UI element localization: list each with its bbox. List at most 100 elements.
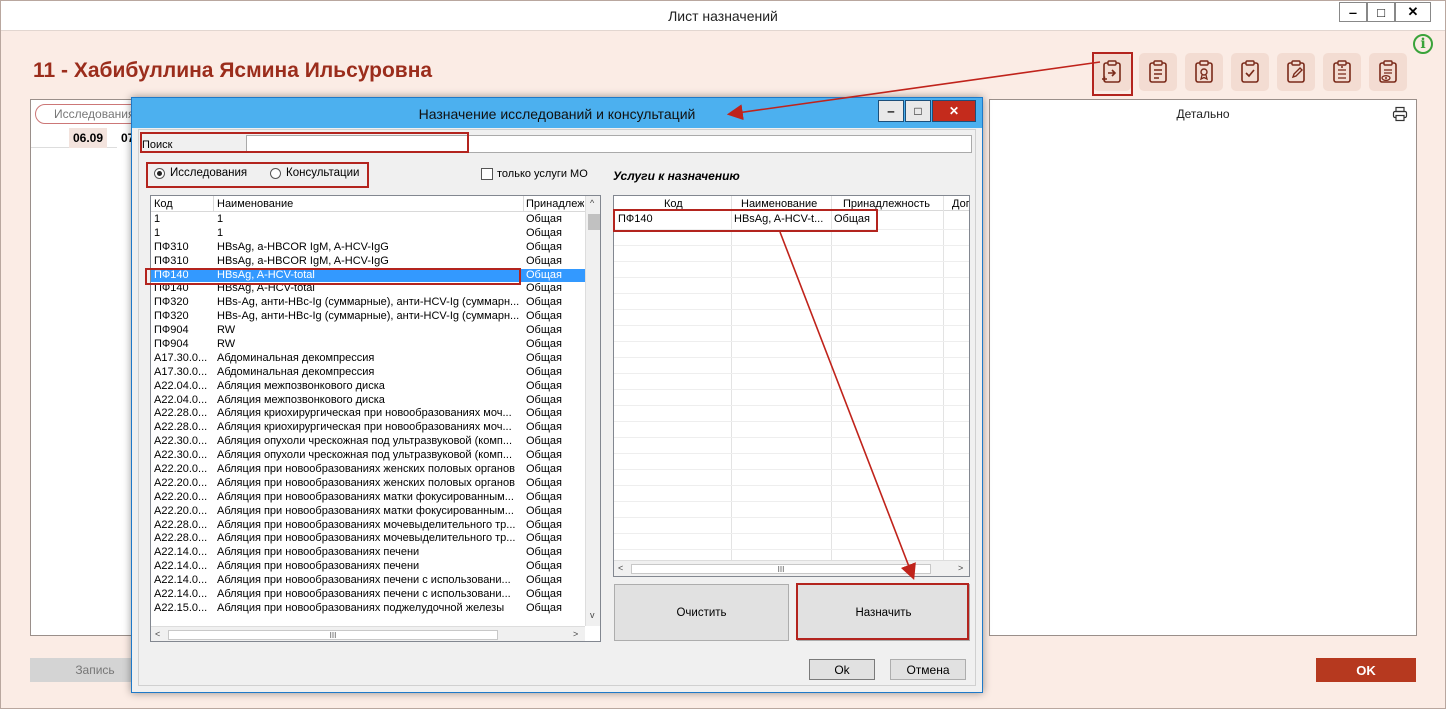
scroll-thumb[interactable]: III xyxy=(631,564,931,574)
date-strip: 06.09 07 xyxy=(31,128,139,148)
dialog-ok-button[interactable]: Ok xyxy=(809,659,875,680)
list-item[interactable]: A22.20.0... Абляция при новообразованиях … xyxy=(151,463,585,477)
list-item[interactable]: A22.28.0... Абляция криохирургическая при… xyxy=(151,421,585,435)
ok-button[interactable]: OK xyxy=(1316,658,1416,682)
list-item[interactable]: A17.30.0... Абдоминальная декомпрессия Общ… xyxy=(151,366,585,380)
clipboard-check-icon[interactable] xyxy=(1231,53,1269,91)
cell-code: ПФ140 xyxy=(154,268,189,281)
clipboard-add-icon[interactable] xyxy=(1139,53,1177,91)
assign-button[interactable]: Назначить xyxy=(797,584,970,641)
scroll-thumb[interactable]: III xyxy=(168,630,498,640)
scroll-thumb[interactable] xyxy=(588,214,600,230)
list-item[interactable]: A22.15.0... Абляция при новообразованиях … xyxy=(151,602,585,616)
dialog-close-button[interactable]: ✕ xyxy=(932,100,976,122)
scroll-down-icon[interactable]: v xyxy=(590,610,595,620)
cell-code: A22.04.0... xyxy=(154,379,208,392)
list-item[interactable]: 1 1 Общая xyxy=(151,213,585,227)
list-item[interactable]: 1 1 Общая xyxy=(151,227,585,241)
list-item[interactable]: A22.04.0... Абляция межпозвонкового диска… xyxy=(151,394,585,408)
list-item[interactable]: A22.14.0... Абляция при новообразованиях … xyxy=(151,546,585,560)
list-item[interactable]: ПФ904 RW Общая xyxy=(151,338,585,352)
left-panel: Исследования 06.09 07 xyxy=(30,99,155,636)
scroll-left-icon[interactable]: < xyxy=(155,629,160,639)
cell-name: Абляция межпозвонкового диска xyxy=(217,393,385,406)
cell-code: A22.04.0... xyxy=(154,393,208,406)
cell-name: Абляция при новообразованиях поджелудочн… xyxy=(217,601,505,614)
assign-cell-name[interactable]: HBsAg, A-HCV-t... xyxy=(734,213,823,229)
radio-consult[interactable]: Консультации xyxy=(270,167,359,179)
clipboard-view-icon[interactable] xyxy=(1369,53,1407,91)
radio-dot-icon xyxy=(154,167,165,179)
close-button[interactable]: ✕ xyxy=(1395,2,1431,22)
horizontal-scrollbar[interactable]: < III > xyxy=(151,626,585,641)
col-owner[interactable]: Принадлеж xyxy=(526,198,584,210)
list-item[interactable]: A22.28.0... Абляция криохирургическая при… xyxy=(151,407,585,421)
checkbox-icon xyxy=(481,168,493,180)
maximize-button[interactable]: □ xyxy=(1367,2,1395,22)
cell-name: Абдоминальная декомпрессия xyxy=(217,365,375,378)
assign-cell-owner[interactable]: Общая xyxy=(834,213,870,229)
list-item[interactable]: A22.20.0... Абляция при новообразованиях … xyxy=(151,505,585,519)
list-item[interactable]: ПФ320 HBs-Ag, анти-HBc-Ig (суммарные), ан… xyxy=(151,296,585,310)
cell-owner: Общая xyxy=(526,324,562,337)
cell-owner: Общая xyxy=(526,338,562,351)
scroll-up-icon[interactable]: ^ xyxy=(590,198,594,208)
cell-code: A22.14.0... xyxy=(154,560,208,573)
list-item[interactable]: A22.30.0... Абляция опухоли чрескожная по… xyxy=(151,435,585,449)
horizontal-scrollbar[interactable]: < III > xyxy=(614,560,969,576)
clear-button[interactable]: Очистить xyxy=(614,584,789,641)
list-item[interactable]: A22.20.0... Абляция при новообразованиях … xyxy=(151,491,585,505)
mo-only-checkbox[interactable]: только услуги МО xyxy=(481,168,588,180)
scroll-left-icon[interactable]: < xyxy=(618,563,623,573)
cell-owner: Общая xyxy=(526,407,562,420)
cell-code: A22.20.0... xyxy=(154,463,208,476)
scroll-right-icon[interactable]: > xyxy=(573,629,578,639)
dialog-cancel-button[interactable]: Отмена xyxy=(890,659,966,680)
search-input[interactable] xyxy=(246,135,972,153)
list-item[interactable]: A22.30.0... Абляция опухоли чрескожная по… xyxy=(151,449,585,463)
assign-cell-code[interactable]: ПФ140 xyxy=(618,213,653,229)
cell-name: Абляция при новообразованиях женских пол… xyxy=(217,476,515,489)
clipboard-medal-icon[interactable] xyxy=(1185,53,1223,91)
col-name[interactable]: Наименование xyxy=(741,198,817,210)
list-item[interactable]: A22.04.0... Абляция межпозвонкового диска… xyxy=(151,380,585,394)
list-item[interactable]: A22.20.0... Абляция при новообразованиях … xyxy=(151,477,585,491)
list-item[interactable]: ПФ140 HBsAg, A-HCV-total Общая xyxy=(151,282,585,296)
list-item[interactable]: ПФ904 RW Общая xyxy=(151,324,585,338)
col-extra[interactable]: Доп xyxy=(952,198,969,210)
print-icon[interactable] xyxy=(1392,106,1408,122)
dialog-minimize-button[interactable]: ‒ xyxy=(878,100,904,122)
clipboard-list-icon[interactable] xyxy=(1323,53,1361,91)
date-cell[interactable]: 06.09 xyxy=(69,128,108,148)
list-item[interactable]: ПФ310 HBsAg, a-HBCOR IgM, A-HCV-IgG Общая xyxy=(151,255,585,269)
list-item[interactable]: A22.14.0... Абляция при новообразованиях … xyxy=(151,574,585,588)
list-item[interactable]: ПФ140 HBsAg, A-HCV-total Общая xyxy=(151,268,585,283)
cell-code: ПФ904 xyxy=(154,324,189,337)
cell-name: Абляция при новообразованиях женских пол… xyxy=(217,463,515,476)
col-owner[interactable]: Принадлежность xyxy=(843,198,930,210)
scroll-right-icon[interactable]: > xyxy=(958,563,963,573)
cell-name: Абляция при новообразованиях печени с ис… xyxy=(217,588,511,601)
window-title: Лист назначений xyxy=(668,8,778,24)
cell-owner: Общая xyxy=(526,463,562,476)
clipboard-edit-icon[interactable] xyxy=(1277,53,1315,91)
clipboard-assign-icon[interactable] xyxy=(1093,53,1131,91)
list-item[interactable]: ПФ310 HBsAg, a-HBCOR IgM, A-HCV-IgG Общая xyxy=(151,241,585,255)
radio-research[interactable]: Исследования xyxy=(154,167,247,179)
minimize-button[interactable]: ‒ xyxy=(1339,2,1367,22)
list-item[interactable]: A22.14.0... Абляция при новообразованиях … xyxy=(151,588,585,602)
info-icon[interactable]: i xyxy=(1413,34,1433,54)
col-code[interactable]: Код xyxy=(154,198,173,210)
dialog-maximize-button[interactable]: □ xyxy=(905,100,931,122)
cell-name: Абляция опухоли чрескожная под ультразву… xyxy=(217,449,513,462)
list-item[interactable]: A22.28.0... Абляция при новообразованиях … xyxy=(151,519,585,533)
col-code[interactable]: Код xyxy=(664,198,683,210)
list-item[interactable]: ПФ320 HBs-Ag, анти-HBc-Ig (суммарные), ан… xyxy=(151,310,585,324)
list-item[interactable]: A22.28.0... Абляция при новообразованиях … xyxy=(151,532,585,546)
list-item[interactable]: A22.14.0... Абляция при новообразованиях … xyxy=(151,560,585,574)
cell-name: Абляция при новообразованиях печени с ис… xyxy=(217,574,511,587)
list-item[interactable]: A17.30.0... Абдоминальная декомпрессия Общ… xyxy=(151,352,585,366)
col-name[interactable]: Наименование xyxy=(217,198,293,210)
cell-code: ПФ904 xyxy=(154,338,189,351)
vertical-scrollbar[interactable]: ^ v xyxy=(585,196,600,626)
